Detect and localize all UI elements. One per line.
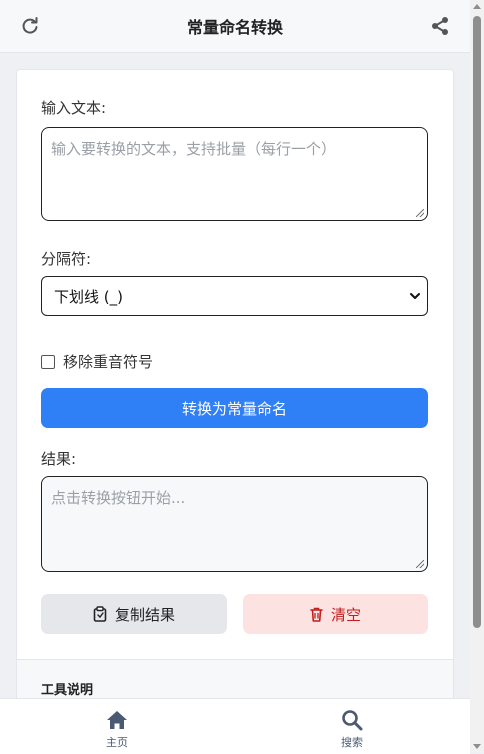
home-icon <box>107 711 127 729</box>
bottom-nav: 主页 搜索 <box>0 698 470 754</box>
remove-accents-label: 移除重音符号 <box>63 353 154 371</box>
input-textarea[interactable]: 输入要转换的文本，支持批量（每行一个） <box>41 127 428 221</box>
separator-label: 分隔符: <box>41 250 92 268</box>
tool-info-title: 工具说明 <box>41 683 94 698</box>
input-label: 输入文本: <box>41 99 107 117</box>
copy-result-button[interactable]: 复制结果 <box>41 594 227 634</box>
clipboard-icon <box>93 606 107 622</box>
nav-search-label: 搜索 <box>341 736 363 749</box>
remove-accents-row[interactable]: 移除重音符号 <box>41 351 153 372</box>
page-title: 常量命名转换 <box>186 18 283 37</box>
scrollbar[interactable] <box>470 0 484 753</box>
clear-button[interactable]: 清空 <box>243 594 428 634</box>
chevron-down-icon <box>410 293 420 299</box>
scrollbar-thumb[interactable] <box>473 16 481 628</box>
top-bar: 常量命名转换 <box>0 0 470 53</box>
clear-label: 清空 <box>330 605 361 624</box>
result-placeholder: 点击转换按钮开始... <box>51 489 186 507</box>
result-textarea[interactable]: 点击转换按钮开始... <box>41 476 428 572</box>
share-icon[interactable] <box>430 16 450 36</box>
nav-home[interactable]: 主页 <box>87 709 147 750</box>
remove-accents-checkbox[interactable] <box>41 354 55 369</box>
result-label: 结果: <box>41 450 77 468</box>
converter-card: 输入文本: 输入要转换的文本，支持批量（每行一个） 分隔符: 下划线 (_) 移… <box>16 69 454 711</box>
search-icon <box>342 710 363 731</box>
convert-button-label: 转换为常量命名 <box>181 399 287 418</box>
resize-handle-icon[interactable] <box>416 209 424 217</box>
input-placeholder: 输入要转换的文本，支持批量（每行一个） <box>51 140 337 158</box>
copy-result-label: 复制结果 <box>114 605 175 624</box>
trash-icon <box>310 607 323 622</box>
nav-search[interactable]: 搜索 <box>322 709 382 750</box>
convert-button[interactable]: 转换为常量命名 <box>41 388 428 428</box>
separator-select[interactable]: 下划线 (_) <box>41 276 428 316</box>
separator-selected-value: 下划线 (_) <box>54 287 123 306</box>
resize-handle-icon[interactable] <box>416 560 424 568</box>
scroll-up-arrow-icon[interactable] <box>473 4 481 9</box>
scroll-down-arrow-icon[interactable] <box>473 744 481 749</box>
nav-home-label: 主页 <box>106 736 128 749</box>
refresh-icon[interactable] <box>20 16 40 36</box>
